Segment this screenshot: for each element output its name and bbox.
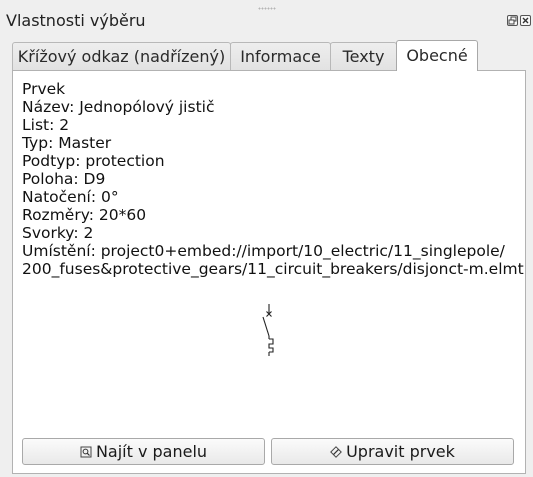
element-position: Poloha: D9 [22,170,106,188]
close-icon[interactable] [520,15,531,26]
circuit-breaker-symbol [255,302,277,364]
tab-information[interactable]: Informace [230,42,331,70]
find-in-panel-button[interactable]: Najít v panelu [22,438,265,465]
element-location: Umístění: project0+embed://import/10_ele… [22,242,505,260]
general-tab-content: Prvek Název: Jednopólový jistič List: 2 … [12,70,526,474]
tab-cross-reference[interactable]: Křížový odkaz (nadřízený) [12,42,231,70]
element-name: Název: Jednopólový jistič [22,98,215,116]
element-size: Rozměry: 20*60 [22,206,147,224]
float-icon[interactable] [507,15,518,26]
tab-label: Obecné [406,46,468,65]
element-location-continued: 200_fuses&protective_gears/11_circuit_br… [22,260,524,278]
panel-title: Vlastnosti výběru [6,11,146,30]
selection-properties-panel: Vlastnosti výběru Křížový odkaz (nadříze… [0,0,533,477]
drag-grip[interactable] [258,7,276,10]
tab-general[interactable]: Obecné [396,40,478,71]
element-subtype: Podtyp: protection [22,152,165,170]
find-in-panel-icon [80,446,92,458]
tab-label: Křížový odkaz (nadřízený) [17,47,226,66]
element-heading: Prvek [22,80,66,98]
tab-label: Informace [240,47,321,66]
tab-label: Texty [342,47,385,66]
element-type: Typ: Master [22,134,112,152]
edit-element-icon [330,445,342,458]
find-in-panel-label: Najít v panelu [95,442,208,461]
edit-element-button[interactable]: Upravit prvek [271,438,514,465]
element-sheet: List: 2 [22,116,70,134]
element-terminals: Svorky: 2 [22,224,94,242]
element-rotation: Natočení: 0° [22,188,119,206]
tab-texts[interactable]: Texty [330,42,397,70]
edit-element-label: Upravit prvek [346,442,455,461]
